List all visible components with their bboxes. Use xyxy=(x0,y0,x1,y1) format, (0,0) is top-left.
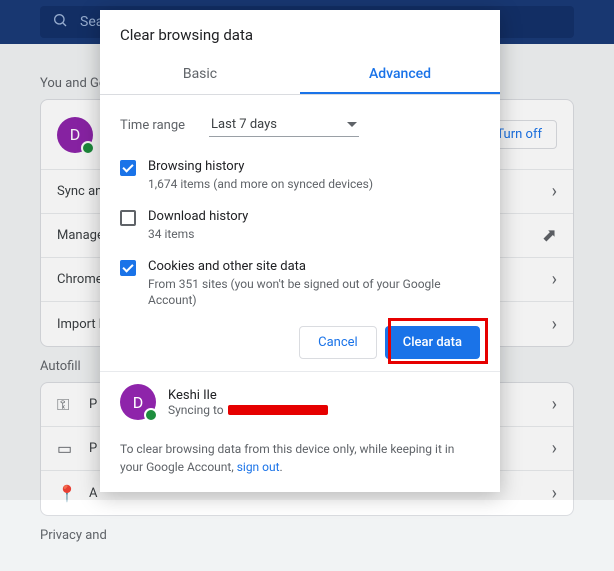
option-title: Cookies and other site data xyxy=(148,259,480,274)
sync-badge-icon xyxy=(144,408,158,422)
cancel-button[interactable]: Cancel xyxy=(299,326,377,359)
redacted-email xyxy=(228,405,328,415)
time-range-select[interactable]: Last 7 days xyxy=(209,113,359,137)
option-row: Download history 34 items xyxy=(120,201,480,251)
dialog-title: Clear browsing data xyxy=(100,10,500,56)
signout-note: To clear browsing data from this device … xyxy=(100,432,500,492)
section-privacy: Privacy and xyxy=(40,528,574,543)
checkbox[interactable] xyxy=(120,210,136,226)
tab-advanced[interactable]: Advanced xyxy=(300,56,500,94)
dropdown-icon xyxy=(347,122,357,127)
tabs: Basic Advanced xyxy=(100,56,500,95)
option-row: Browsing history 1,674 items (and more o… xyxy=(120,151,480,201)
sync-status: Syncing to xyxy=(168,403,328,417)
checkbox[interactable] xyxy=(120,260,136,276)
option-row: Cookies and other site data From 351 sit… xyxy=(120,251,480,314)
sign-out-link[interactable]: sign out xyxy=(237,460,280,474)
checkbox[interactable] xyxy=(120,160,136,176)
time-range-label: Time range xyxy=(120,118,185,133)
tab-basic[interactable]: Basic xyxy=(100,56,300,94)
user-name: Keshi Ile xyxy=(168,388,328,403)
option-title: Browsing history xyxy=(148,159,373,174)
option-subtitle: From 351 sites (you won't be signed out … xyxy=(148,276,480,310)
clear-browsing-data-dialog: Clear browsing data Basic Advanced Time … xyxy=(100,10,500,492)
sync-user-section: D Keshi Ile Syncing to xyxy=(100,371,500,432)
avatar: D xyxy=(120,384,156,420)
options-scroll[interactable]: Time range Last 7 days Browsing history … xyxy=(100,95,500,314)
clear-data-button[interactable]: Clear data xyxy=(385,326,480,359)
time-range-row: Time range Last 7 days xyxy=(120,107,480,151)
option-subtitle: 1,674 items (and more on synced devices) xyxy=(148,176,373,193)
dialog-buttons: Cancel Clear data xyxy=(100,314,500,371)
option-title: Download history xyxy=(148,209,248,224)
option-subtitle: 34 items xyxy=(148,226,248,243)
